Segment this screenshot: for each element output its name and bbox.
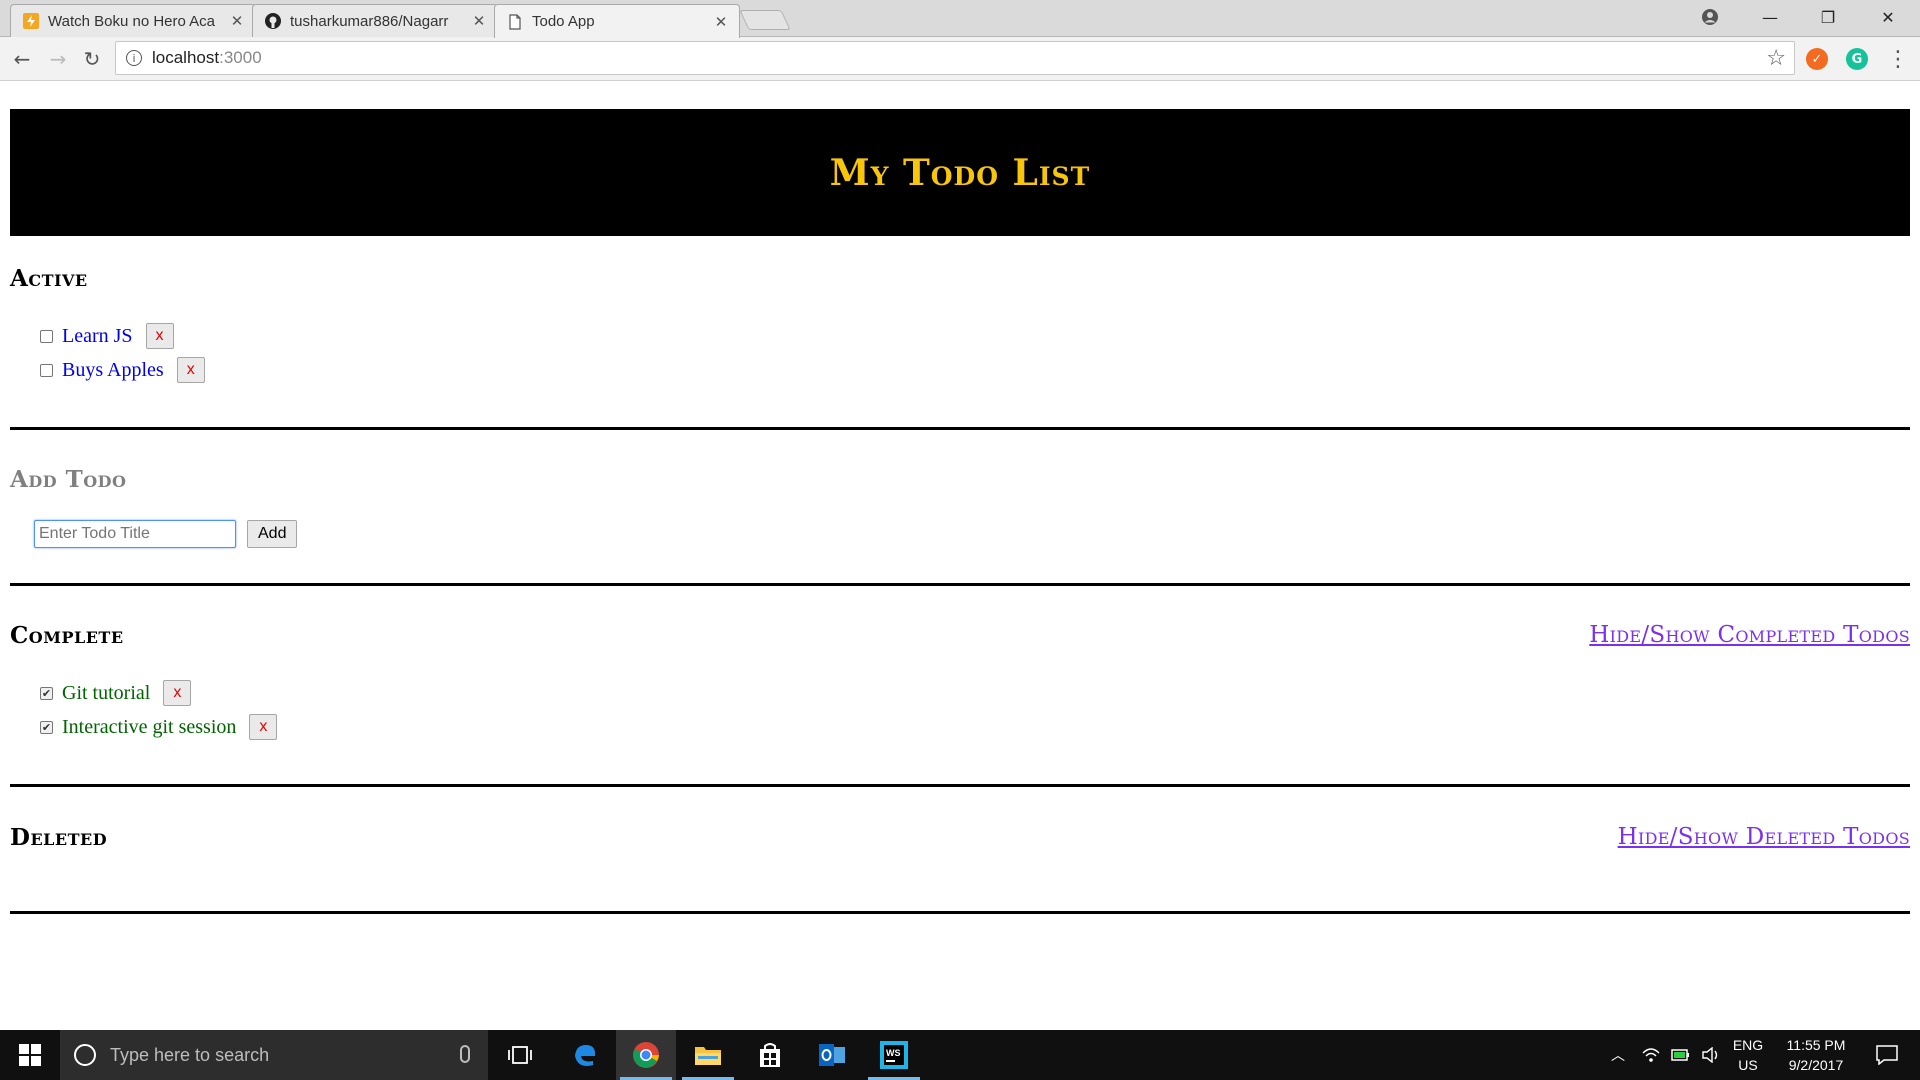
file-explorer-icon[interactable] (678, 1030, 738, 1080)
github-icon (265, 13, 281, 29)
add-todo-form: Add (34, 520, 298, 548)
forward-arrow-icon[interactable]: → (44, 45, 72, 73)
region-code: US (1738, 1057, 1758, 1073)
todo-item: Buys Apples x (40, 356, 205, 384)
bookmark-star-icon[interactable]: ☆ (1766, 46, 1786, 71)
active-heading: Active (10, 265, 88, 292)
header-banner: My Todo List (10, 109, 1910, 236)
battery-icon[interactable] (1668, 1030, 1694, 1080)
info-icon[interactable]: i (126, 50, 142, 66)
tab-title: Watch Boku no Hero Aca (48, 12, 216, 30)
show-hidden-icons-icon[interactable]: ︿ (1606, 1030, 1630, 1080)
clock[interactable]: 11:55 PM 9/2/2017 (1774, 1030, 1858, 1080)
address-bar[interactable]: i localhost:3000 ☆ (115, 41, 1795, 75)
todo-item: Learn JS x (40, 322, 174, 350)
lightning-favicon-icon (23, 13, 39, 29)
task-view-icon[interactable] (490, 1030, 550, 1080)
tab-title: tusharkumar886/Nagarr (290, 12, 449, 30)
outlook-icon[interactable] (802, 1030, 862, 1080)
delete-todo-button[interactable]: x (176, 357, 205, 383)
browser-toolbar: ← → ↻ i localhost:3000 ☆ ✓ G ⋮ (0, 37, 1920, 81)
toggle-deleted-link[interactable]: Hide/Show Deleted Todos (1618, 824, 1910, 850)
todo-label[interactable]: Learn JS (62, 325, 133, 348)
clock-time: 11:55 PM (1786, 1037, 1846, 1053)
todo-item: ✔ Git tutorial x (40, 679, 192, 707)
taskbar-search[interactable]: Type here to search (60, 1030, 488, 1080)
close-tab-icon[interactable]: ✕ (713, 13, 729, 31)
todo-checkbox[interactable]: ✔ (40, 720, 53, 734)
window-close-icon[interactable]: ✕ (1862, 0, 1914, 34)
toggle-completed-link[interactable]: Hide/Show Completed Todos (1589, 622, 1910, 648)
todo-label[interactable]: Interactive git session (62, 716, 236, 739)
todo-checkbox[interactable] (40, 329, 53, 343)
microphone-icon[interactable] (460, 1045, 470, 1063)
search-placeholder: Type here to search (110, 1044, 270, 1065)
edge-icon[interactable] (555, 1030, 615, 1080)
webstorm-icon[interactable]: WS (864, 1030, 924, 1080)
todo-label[interactable]: Buys Apples (62, 359, 164, 382)
todo-title-input[interactable] (34, 520, 236, 548)
taskbar: Type here to search WS ︿ ENG US 11:55 PM… (0, 1030, 1920, 1080)
volume-icon[interactable] (1698, 1030, 1724, 1080)
tab-title: Todo App (532, 13, 595, 30)
new-tab-button[interactable] (739, 10, 791, 30)
tab-github[interactable]: tusharkumar886/Nagarr ✕ (252, 4, 498, 37)
divider (10, 784, 1910, 787)
todo-item: ✔ Interactive git session x (40, 713, 278, 741)
restore-icon[interactable]: ❐ (1802, 0, 1854, 34)
delete-todo-button[interactable]: x (145, 323, 174, 349)
store-icon[interactable] (740, 1030, 800, 1080)
close-tab-icon[interactable]: ✕ (471, 12, 487, 30)
todo-app-page: My Todo List Active Learn JS x Buys Appl… (0, 82, 1920, 1030)
language-code: ENG (1732, 1037, 1764, 1053)
divider (10, 911, 1910, 914)
page-icon (507, 13, 523, 30)
complete-heading: Complete (10, 622, 124, 649)
extension-icon[interactable]: ✓ (1806, 48, 1828, 70)
action-center-icon[interactable] (1862, 1030, 1912, 1080)
divider (10, 427, 1910, 430)
tab-boku-no-hero[interactable]: Watch Boku no Hero Aca ✕ (10, 4, 256, 37)
divider (10, 583, 1910, 586)
back-arrow-icon[interactable]: ← (8, 45, 36, 73)
browser-tab-strip: Watch Boku no Hero Aca ✕ tusharkumar886/… (0, 0, 1920, 38)
close-tab-icon[interactable]: ✕ (229, 12, 245, 30)
todo-checkbox[interactable]: ✔ (40, 686, 53, 700)
deleted-heading: Deleted (10, 824, 108, 851)
grammarly-icon[interactable]: G (1846, 48, 1868, 70)
chrome-menu-icon[interactable]: ⋮ (1884, 45, 1912, 73)
minimize-icon[interactable]: — (1744, 0, 1796, 34)
page-title: My Todo List (829, 151, 1091, 194)
chrome-icon[interactable] (616, 1030, 676, 1080)
todo-checkbox[interactable] (40, 363, 53, 377)
network-icon[interactable] (1638, 1030, 1664, 1080)
add-button[interactable]: Add (247, 520, 298, 548)
tab-todo-app[interactable]: Todo App ✕ (494, 4, 740, 38)
cortana-icon (74, 1044, 96, 1066)
windows-start-icon[interactable] (0, 1030, 60, 1080)
reload-icon[interactable]: ↻ (78, 45, 106, 73)
clock-date: 9/2/2017 (1788, 1057, 1844, 1073)
address-port: :3000 (219, 48, 262, 67)
todo-label[interactable]: Git tutorial (62, 682, 150, 705)
language-indicator[interactable]: ENG US (1726, 1030, 1770, 1080)
address-host: localhost (152, 48, 220, 67)
add-todo-heading: Add Todo (10, 466, 127, 493)
delete-todo-button[interactable]: x (249, 714, 278, 740)
delete-todo-button[interactable]: x (163, 680, 192, 706)
svg-text:WS: WS (886, 1048, 901, 1058)
profile-icon[interactable] (1684, 0, 1736, 34)
